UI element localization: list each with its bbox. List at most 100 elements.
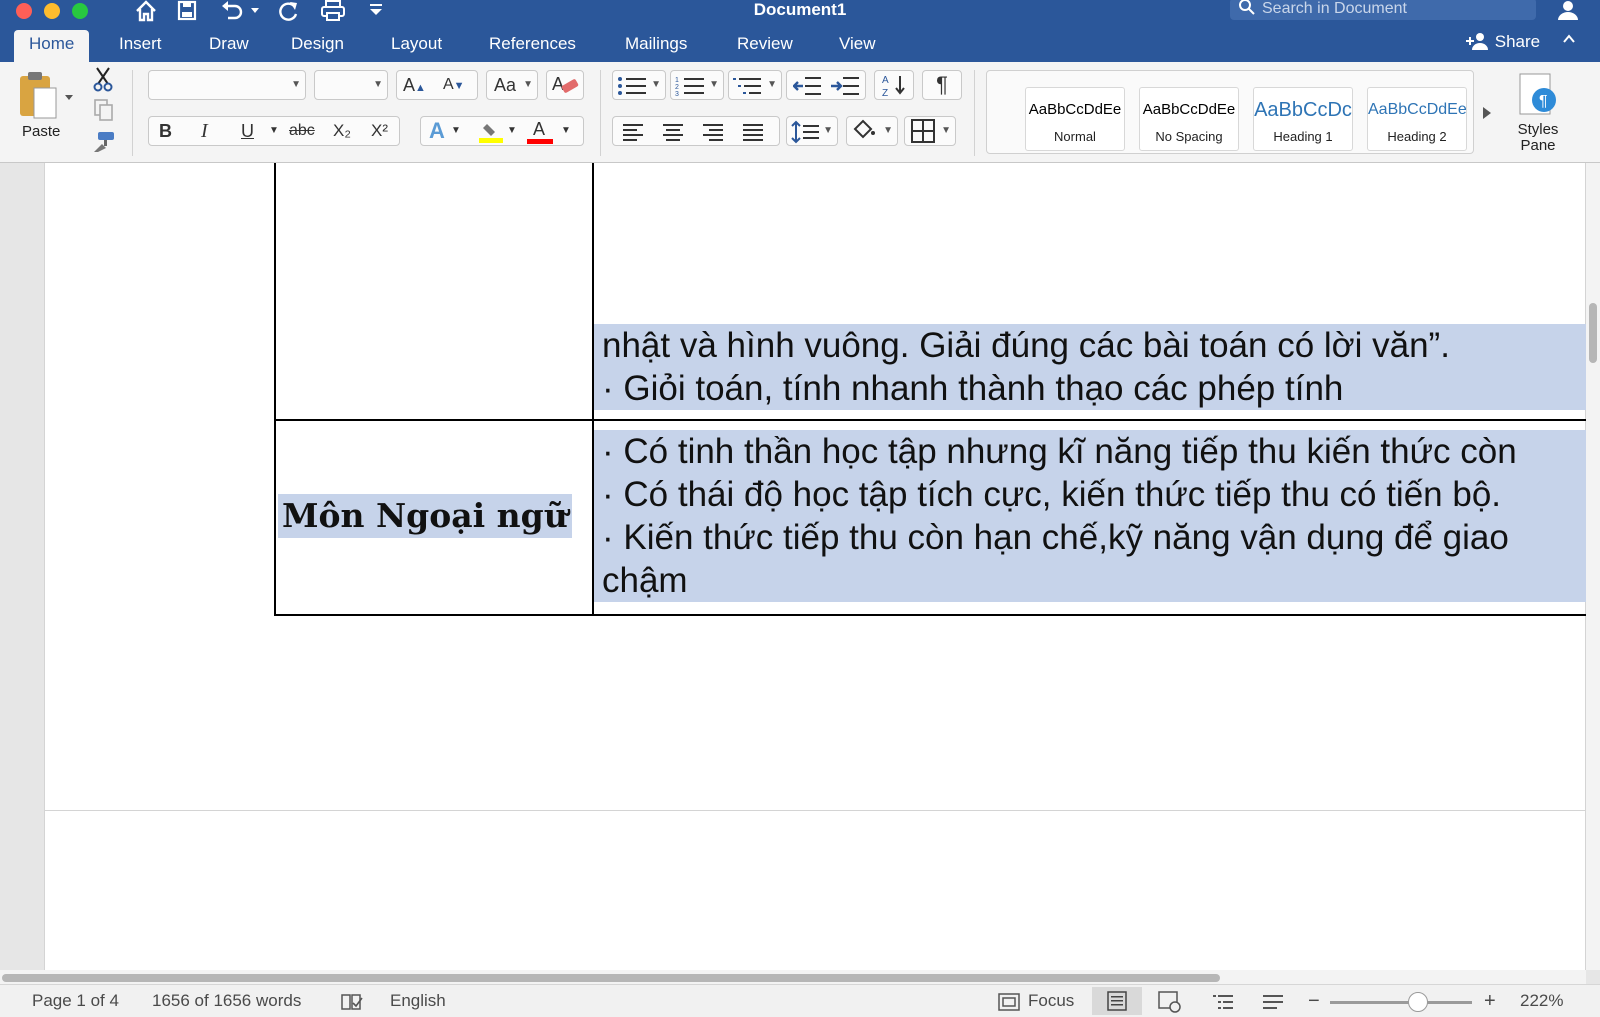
print-layout-view-button[interactable] — [1092, 987, 1142, 1015]
home-icon[interactable] — [134, 0, 158, 22]
shading-button[interactable]: ▼ — [846, 116, 898, 146]
document-page[interactable] — [44, 810, 1586, 970]
chevron-down-icon: ▼ — [883, 125, 893, 136]
style-no-spacing[interactable]: AaBbCcDdEe No Spacing — [1139, 87, 1239, 151]
borders-button[interactable]: ▼ — [904, 116, 956, 146]
style-normal[interactable]: AaBbCcDdEe Normal — [1025, 87, 1125, 151]
font-color-button[interactable]: A — [527, 117, 553, 145]
decrease-indent-icon[interactable] — [793, 75, 821, 97]
tab-home[interactable]: Home — [14, 30, 90, 62]
sort-button[interactable]: AZ — [874, 70, 914, 100]
line-spacing-button[interactable]: ▼ — [786, 116, 838, 146]
search-in-document-input[interactable]: Search in Document — [1230, 0, 1536, 20]
redo-icon[interactable] — [276, 0, 300, 22]
language[interactable]: English — [390, 985, 446, 1017]
indent-group — [786, 70, 866, 100]
strikethrough-button[interactable]: abc — [289, 117, 315, 145]
horizontal-scrollbar[interactable] — [0, 970, 1586, 984]
chevron-down-icon[interactable]: ▼ — [561, 117, 571, 145]
cut-icon[interactable] — [92, 66, 114, 92]
tab-insert[interactable]: Insert — [104, 30, 177, 62]
undo-icon[interactable] — [220, 0, 246, 22]
zoom-level[interactable]: 222% — [1520, 985, 1563, 1017]
style-name: Normal — [1054, 129, 1096, 144]
subscript-button[interactable]: X₂ — [333, 117, 351, 145]
font-size-combobox[interactable]: ▼ — [314, 70, 388, 100]
paste-button[interactable] — [14, 68, 76, 158]
document-canvas[interactable]: nhật và hình vuông. Giải đúng các bài to… — [0, 163, 1586, 970]
table-border — [274, 419, 1586, 421]
proofing-book-icon[interactable] — [340, 993, 364, 1011]
clear-formatting-button[interactable]: A — [546, 70, 584, 100]
text-effects-button[interactable]: A — [429, 117, 445, 145]
table-cell-line: · Có tinh thần học tập nhưng kĩ năng tiế… — [594, 430, 1586, 473]
change-case-button[interactable]: Aa ▼ — [486, 70, 538, 100]
italic-button[interactable]: I — [201, 117, 208, 145]
svg-text:¶: ¶ — [1539, 93, 1548, 110]
underline-dropdown-icon[interactable]: ▼ — [269, 117, 279, 145]
align-center-icon[interactable] — [661, 121, 685, 143]
align-left-icon[interactable] — [621, 121, 645, 143]
numbering-button[interactable]: 123 ▼ — [670, 70, 724, 100]
focus-button[interactable]: Focus — [1028, 985, 1074, 1017]
line-spacing-icon — [791, 120, 819, 144]
word-count[interactable]: 1656 of 1656 words — [152, 985, 301, 1017]
tab-view[interactable]: View — [824, 30, 891, 62]
chevron-right-icon[interactable] — [1481, 105, 1493, 121]
highlight-button[interactable] — [479, 120, 503, 144]
share-button[interactable]: Share — [1466, 30, 1540, 54]
style-name: Heading 2 — [1387, 129, 1447, 144]
tab-layout[interactable]: Layout — [376, 30, 457, 62]
shrink-font-button[interactable]: A▼ — [443, 71, 465, 100]
tab-design[interactable]: Design — [276, 30, 359, 62]
user-account-icon[interactable] — [1556, 0, 1580, 20]
chevron-up-icon[interactable] — [1562, 32, 1576, 46]
scroll-thumb[interactable] — [1589, 303, 1597, 363]
outline-view-icon[interactable] — [1212, 993, 1234, 1011]
highlighter-icon — [479, 124, 503, 143]
underline-button[interactable]: U — [241, 117, 254, 145]
undo-dropdown-icon[interactable] — [250, 0, 260, 22]
tab-references[interactable]: References — [474, 30, 591, 62]
bullets-button[interactable]: ▼ — [612, 70, 666, 100]
align-right-icon[interactable] — [701, 121, 725, 143]
justify-icon[interactable] — [741, 121, 765, 143]
tab-review[interactable]: Review — [722, 30, 808, 62]
format-painter-icon[interactable] — [90, 130, 116, 152]
tab-mailings[interactable]: Mailings — [610, 30, 702, 62]
ribbon-divider — [600, 70, 601, 156]
page-count[interactable]: Page 1 of 4 — [32, 985, 119, 1017]
table-cell-line: · Giỏi toán, tính nhanh thành thạo các p… — [594, 367, 1586, 410]
customize-toolbar-icon[interactable] — [368, 0, 384, 22]
print-icon[interactable] — [320, 0, 346, 22]
zoom-slider-handle[interactable] — [1408, 992, 1428, 1012]
grow-font-button[interactable]: A▲ — [403, 71, 426, 102]
chevron-down-icon[interactable]: ▼ — [451, 117, 461, 145]
vertical-scrollbar[interactable] — [1586, 163, 1600, 970]
chevron-down-icon[interactable]: ▼ — [507, 117, 517, 145]
save-icon[interactable] — [176, 0, 198, 22]
zoom-in-button[interactable]: + — [1484, 985, 1496, 1017]
draft-view-icon[interactable] — [1262, 993, 1284, 1011]
focus-icon — [998, 993, 1020, 1011]
chevron-down-icon: ▼ — [941, 125, 951, 136]
close-window-button[interactable] — [16, 3, 32, 19]
minimize-window-button[interactable] — [44, 3, 60, 19]
web-layout-icon[interactable] — [1158, 991, 1182, 1013]
superscript-button[interactable]: X² — [371, 117, 388, 145]
show-formatting-marks-button[interactable]: ¶ — [922, 70, 962, 100]
zoom-out-button[interactable]: − — [1308, 985, 1320, 1017]
font-style-group: B I U ▼ abc X₂ X² — [148, 116, 400, 146]
tab-draw[interactable]: Draw — [194, 30, 264, 62]
style-heading-1[interactable]: AaBbCcDc Heading 1 — [1253, 87, 1353, 151]
style-heading-2[interactable]: AaBbCcDdEe Heading 2 — [1367, 87, 1467, 151]
copy-icon[interactable] — [92, 98, 114, 122]
increase-indent-icon[interactable] — [831, 75, 859, 97]
multilevel-list-button[interactable]: ▼ — [728, 70, 782, 100]
font-name-combobox[interactable]: ▼ — [148, 70, 306, 100]
maximize-window-button[interactable] — [72, 3, 88, 19]
zoom-slider[interactable] — [1330, 1001, 1472, 1004]
bold-button[interactable]: B — [159, 117, 172, 145]
scroll-thumb[interactable] — [2, 974, 1220, 982]
print-layout-icon — [1107, 991, 1127, 1011]
